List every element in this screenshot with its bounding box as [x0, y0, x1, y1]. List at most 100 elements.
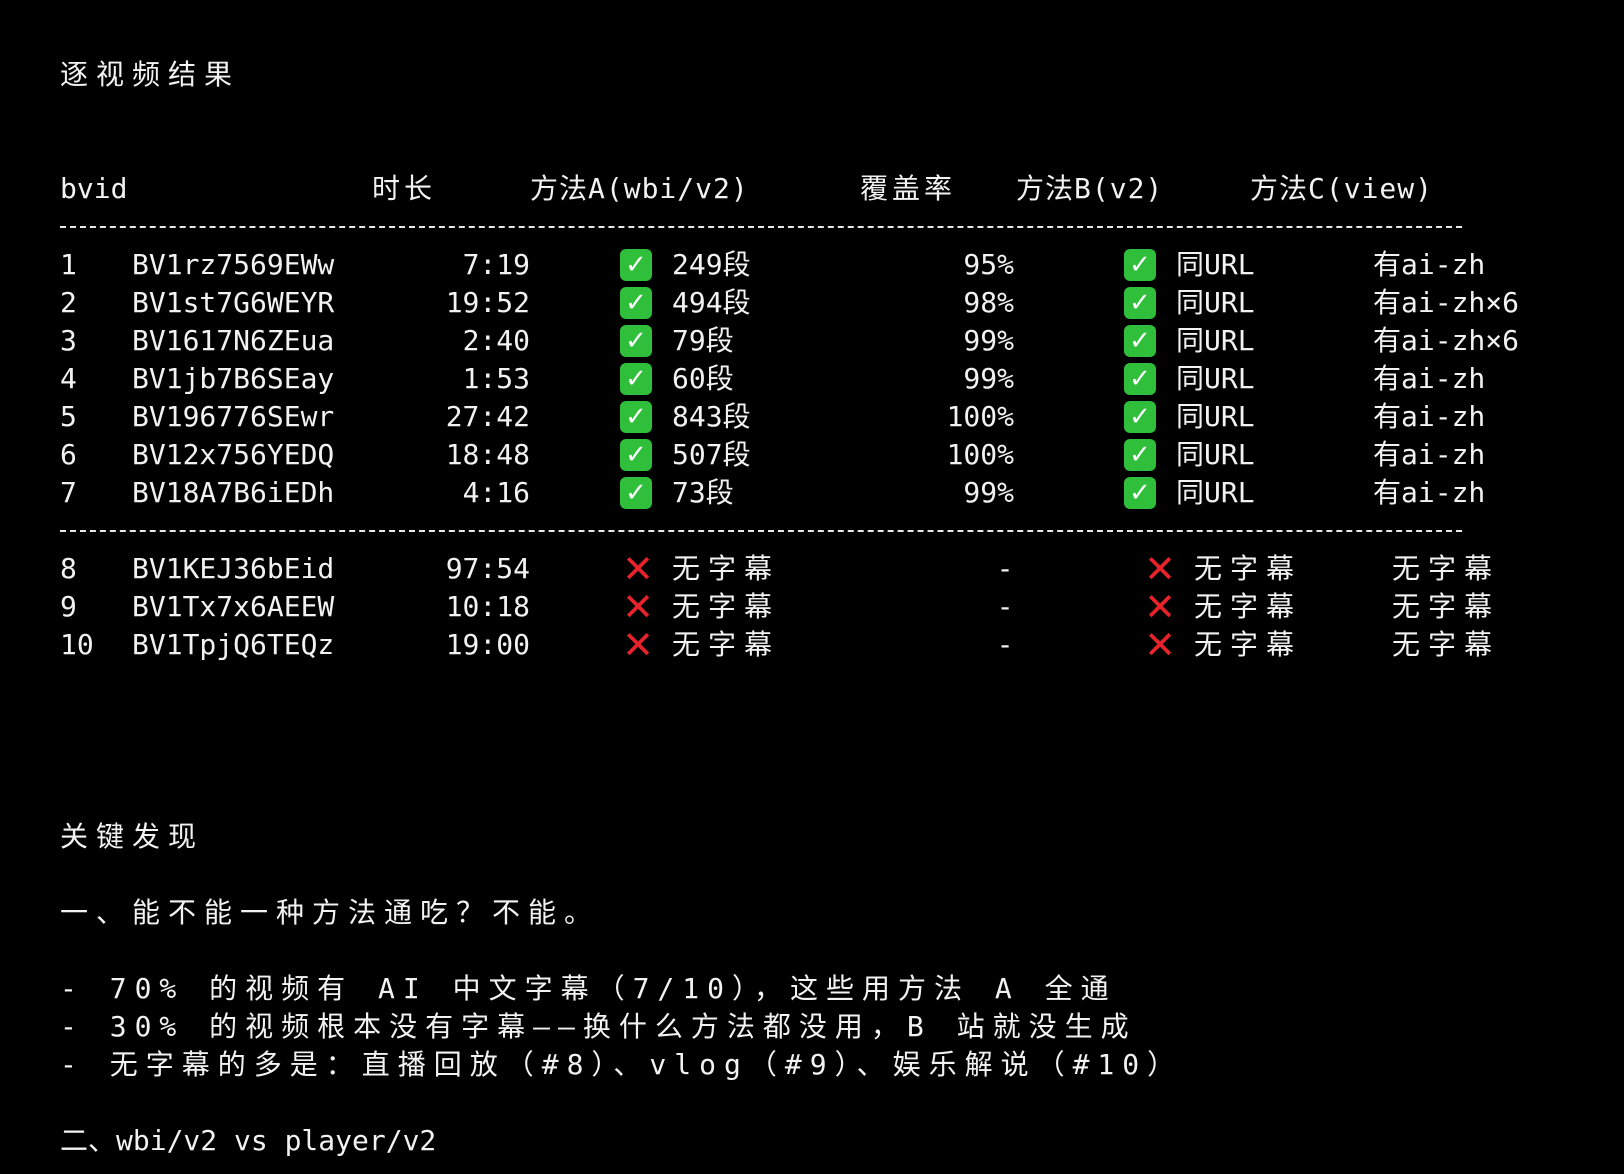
row-coverage: 100%	[946, 400, 1014, 433]
row-duration: 27:42	[445, 400, 530, 433]
row-method-b: 无字幕	[1194, 590, 1303, 623]
table-divider-top	[60, 226, 1462, 228]
row-duration: 7:19	[462, 248, 530, 281]
row-coverage: 98%	[963, 286, 1014, 319]
check-icon: ✓	[620, 439, 652, 471]
section-title: 逐视频结果	[60, 58, 241, 91]
row-coverage: 100%	[946, 438, 1014, 471]
row-duration: 19:00	[445, 628, 530, 661]
cross-icon: ✕	[622, 547, 654, 591]
row-number: 10	[60, 628, 94, 661]
row-duration: 18:48	[445, 438, 530, 471]
row-method-c: 有ai-zh×6	[1373, 324, 1520, 357]
row-method-a: 无字幕	[672, 552, 781, 585]
check-icon: ✓	[620, 363, 652, 395]
findings-question-1: 一、能不能一种方法通吃？不能。	[60, 896, 601, 929]
row-method-b: 同URL	[1176, 438, 1255, 471]
row-method-a: 60段	[672, 362, 734, 395]
row-duration: 2:40	[462, 324, 530, 357]
row-number: 1	[60, 248, 77, 281]
row-method-b: 无字幕	[1194, 628, 1303, 661]
row-coverage: 99%	[963, 476, 1014, 509]
cross-icon: ✕	[1144, 623, 1176, 667]
row-method-b: 同URL	[1176, 248, 1255, 281]
row-bvid: BV1st7G6WEYR	[132, 286, 335, 319]
row-duration: 1:53	[462, 362, 530, 395]
row-number: 7	[60, 476, 77, 509]
row-method-b: 同URL	[1176, 286, 1255, 319]
row-bvid: BV1TpjQ6TEQz	[132, 628, 335, 661]
cross-icon: ✕	[622, 585, 654, 629]
row-coverage: 99%	[963, 362, 1014, 395]
findings-bullet: - 无字幕的多是：直播回放（#8）、vlog（#9）、娱乐解说（#10）	[60, 1048, 1184, 1081]
header-bvid: bvid	[60, 172, 128, 205]
findings-question-2: 二、wbi/v2 vs player/v2	[60, 1124, 437, 1157]
check-icon: ✓	[1124, 477, 1156, 509]
row-method-a: 249段	[672, 248, 751, 281]
row-bvid: BV1rz7569EWw	[132, 248, 335, 281]
row-bvid: BV1617N6ZEua	[132, 324, 335, 357]
row-number: 4	[60, 362, 77, 395]
findings-bullet: - 70% 的视频有 AI 中文字幕（7/10），这些用方法 A 全通	[60, 972, 1117, 1005]
check-icon: ✓	[620, 287, 652, 319]
row-duration: 10:18	[445, 590, 530, 623]
row-duration: 97:54	[445, 552, 530, 585]
terminal-window: 逐视频结果 bvid 时长 方法A(wbi/v2) 覆盖率 方法B(v2) 方法…	[0, 0, 1624, 1174]
row-method-c: 有ai-zh	[1373, 438, 1486, 471]
row-duration: 19:52	[445, 286, 530, 319]
header-method-b: 方法B(v2)	[1016, 172, 1164, 205]
row-coverage: -	[996, 628, 1014, 661]
row-method-b: 同URL	[1176, 476, 1255, 509]
row-method-c: 无字幕	[1392, 590, 1501, 623]
row-number: 6	[60, 438, 77, 471]
row-method-a: 73段	[672, 476, 734, 509]
row-number: 2	[60, 286, 77, 319]
header-method-a: 方法A(wbi/v2)	[530, 172, 749, 205]
row-method-a: 79段	[672, 324, 734, 357]
row-method-a: 843段	[672, 400, 751, 433]
row-method-a: 无字幕	[672, 590, 781, 623]
check-icon: ✓	[1124, 325, 1156, 357]
row-coverage: -	[996, 552, 1014, 585]
row-bvid: BV1jb7B6SEay	[132, 362, 335, 395]
table-divider-middle	[60, 530, 1462, 532]
row-number: 8	[60, 552, 77, 585]
check-icon: ✓	[1124, 249, 1156, 281]
row-coverage: 99%	[963, 324, 1014, 357]
row-method-a: 494段	[672, 286, 751, 319]
row-number: 3	[60, 324, 77, 357]
row-coverage: 95%	[963, 248, 1014, 281]
row-bvid: BV1Tx7x6AEEW	[132, 590, 335, 623]
row-method-c: 有ai-zh	[1373, 248, 1486, 281]
findings-title: 关键发现	[60, 820, 205, 853]
row-bvid: BV12x756YEDQ	[132, 438, 335, 471]
row-number: 5	[60, 400, 77, 433]
row-method-b: 无字幕	[1194, 552, 1303, 585]
header-coverage: 覆盖率	[860, 172, 957, 205]
row-bvid: BV196776SEwr	[132, 400, 335, 433]
check-icon: ✓	[620, 477, 652, 509]
check-icon: ✓	[1124, 287, 1156, 319]
findings-bullet: - 30% 的视频根本没有字幕——换什么方法都没用，B 站就没生成	[60, 1010, 1137, 1043]
cross-icon: ✕	[622, 623, 654, 667]
header-method-c: 方法C(view)	[1250, 172, 1434, 205]
check-icon: ✓	[620, 325, 652, 357]
header-duration: 时长	[372, 172, 437, 205]
cross-icon: ✕	[1144, 547, 1176, 591]
row-method-a: 无字幕	[672, 628, 781, 661]
row-method-c: 有ai-zh	[1373, 400, 1486, 433]
check-icon: ✓	[620, 249, 652, 281]
row-bvid: BV18A7B6iEDh	[132, 476, 335, 509]
check-icon: ✓	[1124, 363, 1156, 395]
cross-icon: ✕	[1144, 585, 1176, 629]
row-method-c: 有ai-zh	[1373, 362, 1486, 395]
row-method-c: 无字幕	[1392, 628, 1501, 661]
row-bvid: BV1KEJ36bEid	[132, 552, 335, 585]
check-icon: ✓	[620, 401, 652, 433]
check-icon: ✓	[1124, 439, 1156, 471]
row-method-b: 同URL	[1176, 400, 1255, 433]
row-duration: 4:16	[462, 476, 530, 509]
row-method-c: 有ai-zh	[1373, 476, 1486, 509]
row-coverage: -	[996, 590, 1014, 623]
row-method-b: 同URL	[1176, 324, 1255, 357]
